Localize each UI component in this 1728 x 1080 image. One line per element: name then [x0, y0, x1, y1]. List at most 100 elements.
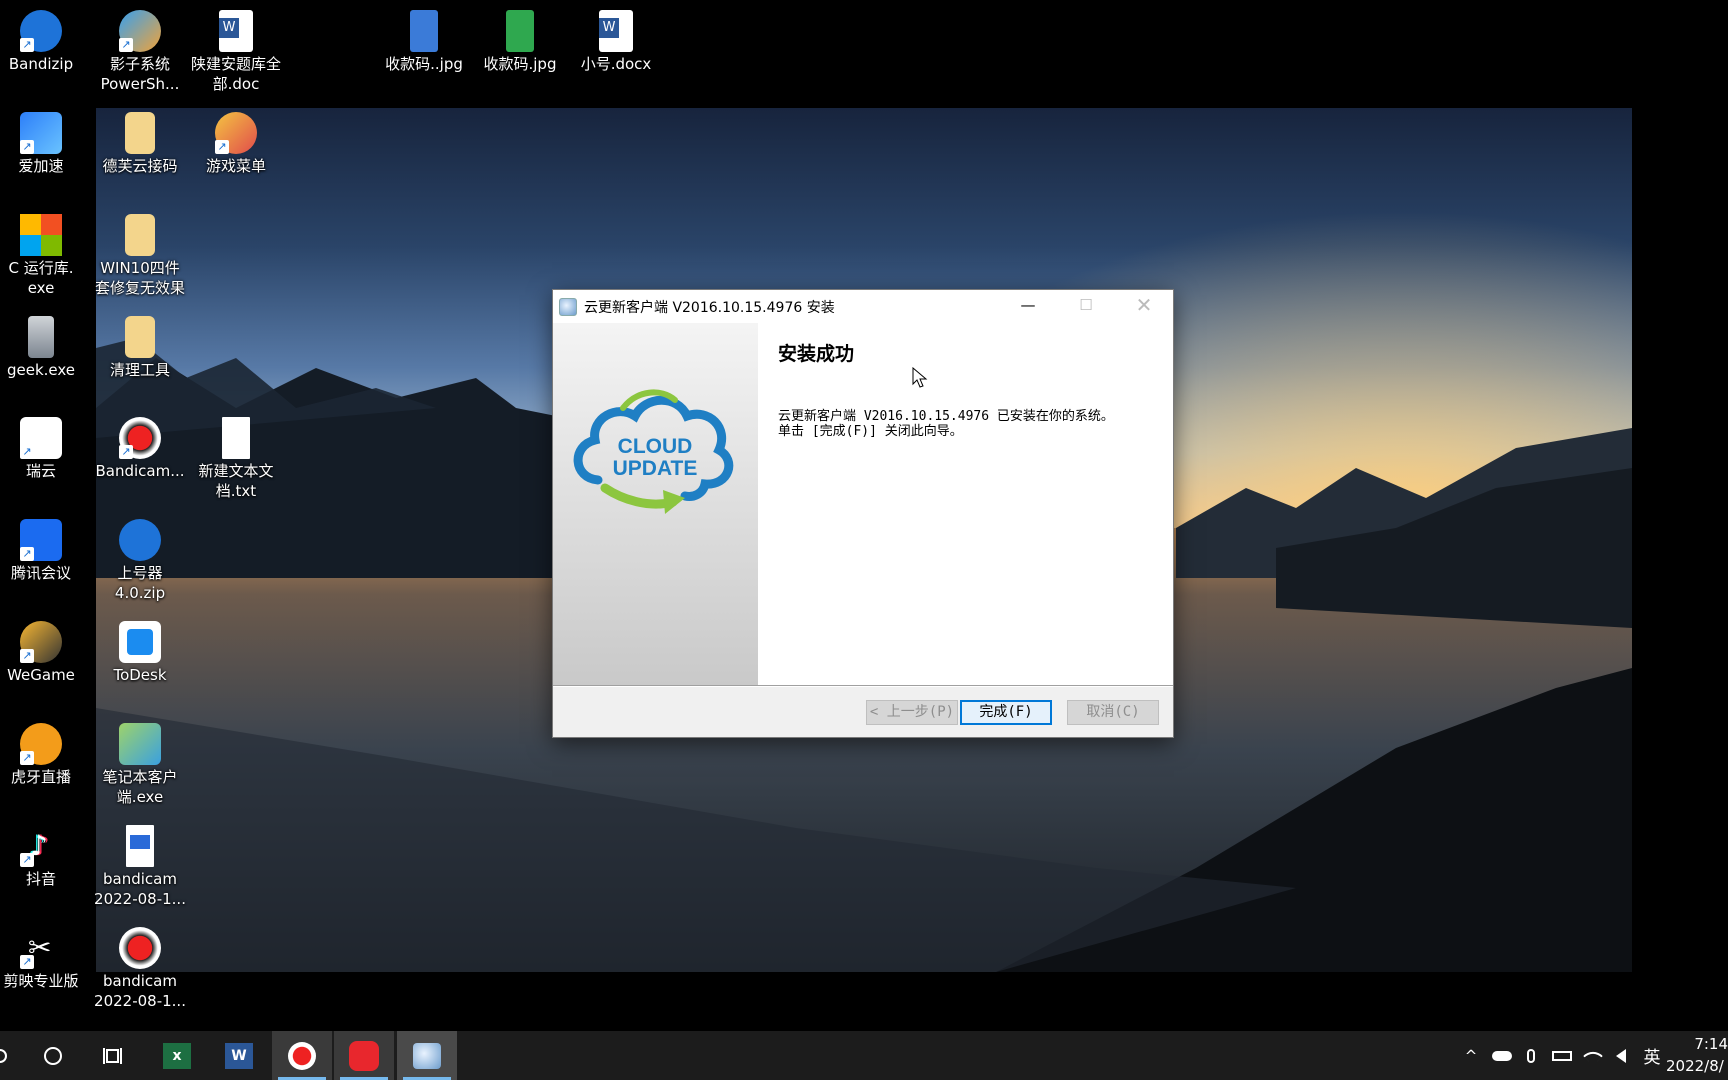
wegame-icon: ↗	[20, 621, 62, 663]
windows-logo-icon	[20, 214, 62, 256]
tray-overflow-chevron[interactable]: ^	[1460, 1031, 1482, 1080]
desktop-icon-label: 小号.docx	[580, 55, 652, 73]
desktop-icon-label: 收款码.jpg	[483, 55, 557, 73]
folder-icon	[125, 316, 155, 358]
desktop-icon-bandicam-video-1[interactable]: bandicam 2022-08-1...	[92, 821, 188, 909]
desktop-icon-label: 笔记本客户 端.exe	[102, 768, 178, 806]
installer-icon	[119, 723, 161, 765]
douyin-icon: ♪ ↗	[20, 825, 62, 867]
dialog-separator	[553, 685, 1173, 687]
desktop-icon-label: 游戏菜单	[205, 157, 266, 175]
cloud-update-logo: CLOUD UPDATE	[573, 389, 734, 514]
desktop-icon-powershadow[interactable]: ↗ 影子系统 PowerSh...	[92, 6, 188, 94]
desktop-icon-qr-jpg-1[interactable]: 收款码..jpg	[376, 6, 472, 74]
desktop-icon-huya[interactable]: ↗ 虎牙直播	[0, 719, 89, 787]
desktop-icon-notebook-client[interactable]: 笔记本客户 端.exe	[92, 719, 188, 807]
speaker-shape	[1616, 1048, 1626, 1063]
desktop-icon-cleanup-folder[interactable]: 清理工具	[92, 312, 188, 380]
desktop-icon-label: WIN10四件 套修复无效果	[94, 259, 185, 297]
desktop-icon-bandicam-video-2[interactable]: bandicam 2022-08-1...	[92, 923, 188, 1011]
task-view-icon	[103, 1047, 122, 1064]
wizard-content: 安装成功 云更新客户端 V2016.10.15.4976 已安装在你的系统。 单…	[758, 323, 1173, 685]
logo-text-cloud: CLOUD	[618, 435, 693, 458]
onedrive-icon[interactable]	[1487, 1031, 1517, 1080]
cancel-button: 取消(C)	[1067, 700, 1159, 725]
bandicam-icon	[119, 927, 161, 969]
finish-button[interactable]: 完成(F)	[960, 700, 1052, 725]
taskbar-installer[interactable]	[397, 1031, 457, 1080]
desktop-icon-label: 瑞云	[25, 462, 56, 480]
desktop-icon-jianying[interactable]: ✂ ↗ 剪映专业版	[0, 923, 89, 991]
wizard-side-panel: CLOUD UPDATE	[553, 323, 758, 685]
recycle-bin-icon	[28, 316, 54, 358]
qr-image-icon	[506, 10, 534, 52]
desktop-icon-label: ToDesk	[113, 666, 167, 684]
mouse-cursor-icon	[912, 367, 928, 388]
desktop-icon-runtime-exe[interactable]: C 运行库. exe	[0, 210, 89, 298]
clock-date: 2022/8/	[1666, 1057, 1724, 1075]
desktop-icon-new-txt[interactable]: 新建文本文 档.txt	[188, 413, 284, 501]
logo-text-update: UPDATE	[613, 457, 698, 480]
desktop-icon-bandicam[interactable]: ↗ Bandicam...	[92, 413, 188, 481]
ime-indicator[interactable]: 英	[1638, 1031, 1666, 1080]
taskbar-excel[interactable]: x	[147, 1031, 207, 1080]
desktop-icon-label: bandicam 2022-08-1...	[94, 870, 186, 908]
desktop-icon-bandizip[interactable]: ↗ Bandizip	[0, 6, 89, 74]
desktop-icon-defu-folder[interactable]: 德芙云接码	[92, 108, 188, 176]
desktop-icon-game-menu[interactable]: ↗ 游戏菜单	[188, 108, 284, 176]
desktop-icon-geek[interactable]: geek.exe	[0, 312, 89, 380]
desktop-icon-ruiyun[interactable]: ↗ 瑞云	[0, 413, 89, 481]
text-file-icon	[222, 417, 250, 459]
desktop-icon-label: 剪映专业版	[3, 972, 79, 990]
desktop-icon-label: geek.exe	[6, 361, 76, 379]
taskbar-bandicam[interactable]	[272, 1031, 332, 1080]
desktop-icon-label: 爱加速	[18, 157, 64, 175]
desktop-icon-label: C 运行库. exe	[8, 259, 74, 297]
dialog-titlebar[interactable]: 云更新客户端 V2016.10.15.4976 安装 — ☐ ✕	[553, 290, 1173, 323]
minimize-button[interactable]: —	[999, 290, 1057, 323]
clock[interactable]: 7:14 2022/8/	[1666, 1033, 1728, 1077]
taskbar-netease-music[interactable]	[334, 1031, 394, 1080]
desktop-icon-win10-folder[interactable]: WIN10四件 套修复无效果	[92, 210, 188, 298]
capcut-icon: ✂ ↗	[20, 927, 62, 969]
cloud-shape	[1492, 1050, 1512, 1061]
microphone-icon[interactable]	[1518, 1031, 1544, 1080]
video-file-icon	[126, 825, 154, 867]
battery-icon[interactable]	[1548, 1031, 1576, 1080]
desktop-icon-label: 收款码..jpg	[385, 55, 463, 73]
clock-time: 7:14	[1694, 1035, 1728, 1053]
desktop-icon-qr-jpg-2[interactable]: 收款码.jpg	[472, 6, 568, 74]
installer-app-icon	[559, 297, 577, 316]
word-doc-icon: W	[599, 10, 633, 52]
desktop-icon-label: 虎牙直播	[10, 768, 71, 786]
desktop-icon-label: 影子系统 PowerSh...	[100, 55, 180, 93]
ruiyun-icon: ↗	[20, 417, 62, 459]
dialog-title: 云更新客户端 V2016.10.15.4976 安装	[584, 299, 835, 316]
bandizip-icon: ↗	[20, 10, 62, 52]
desktop-icon-todesk[interactable]: ToDesk	[92, 617, 188, 685]
cortana-button[interactable]	[23, 1031, 83, 1080]
mic-shape	[1527, 1048, 1535, 1063]
desktop-icon-shanghaoqi-zip[interactable]: 上号器 4.0.zip	[92, 515, 188, 603]
excel-icon: x	[163, 1042, 191, 1069]
desktop-icon-label: 德芙云接码	[102, 157, 178, 175]
taskbar-word[interactable]: W	[209, 1031, 269, 1080]
finish-instruction: 单击 [完成(F)] 关闭此向导。	[778, 424, 963, 439]
bandicam-icon	[288, 1041, 316, 1070]
desktop-icon-aijiasu[interactable]: ↗ 爱加速	[0, 108, 89, 176]
tencent-meeting-icon: ↗	[20, 519, 62, 561]
folder-icon	[125, 112, 155, 154]
powershadow-icon: ↗	[119, 10, 161, 52]
volume-icon[interactable]	[1608, 1031, 1634, 1080]
installer-icon	[413, 1042, 441, 1069]
cortana-icon	[44, 1046, 62, 1065]
success-heading: 安装成功	[778, 343, 855, 365]
desktop-icon-wegame[interactable]: ↗ WeGame	[0, 617, 89, 685]
desktop-icon-xiaohao-docx[interactable]: W 小号.docx	[568, 6, 664, 74]
desktop-icon-exam-doc[interactable]: W 陕建安题库全 部.doc	[188, 6, 284, 94]
wifi-icon[interactable]	[1580, 1031, 1606, 1080]
game-menu-icon: ↗	[215, 112, 257, 154]
task-view-button[interactable]	[84, 1031, 144, 1080]
desktop-icon-tencent-meeting[interactable]: ↗ 腾讯会议	[0, 515, 89, 583]
desktop-icon-douyin[interactable]: ♪ ↗ 抖音	[0, 821, 89, 889]
